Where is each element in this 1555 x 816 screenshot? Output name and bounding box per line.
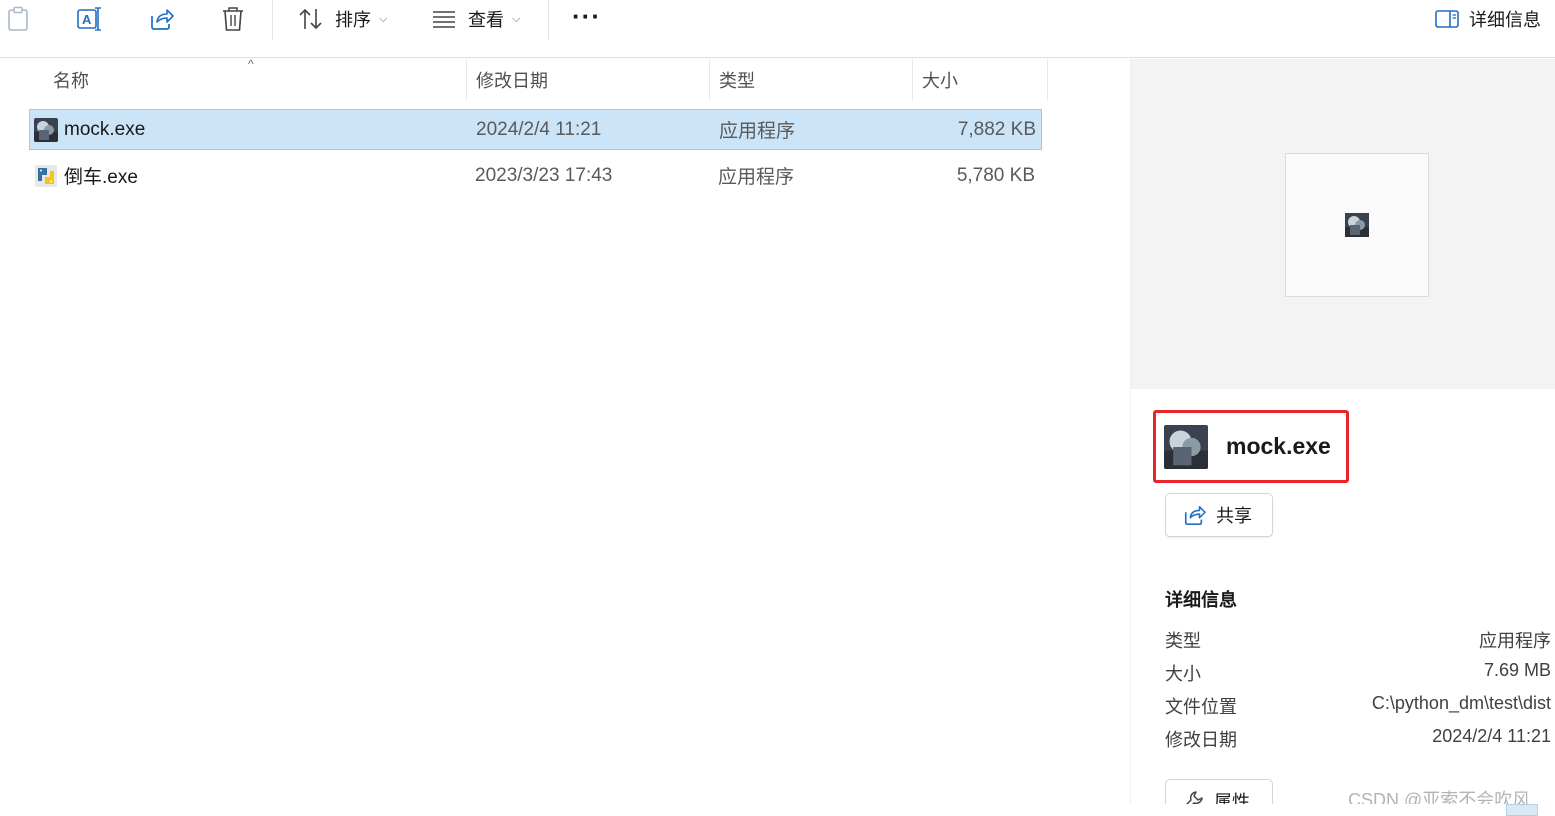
file-name-cell: mock.exe [34, 110, 145, 149]
detail-key: 类型 [1165, 631, 1201, 651]
trash-icon [219, 5, 247, 33]
detail-value: 7.69 MB [1483, 660, 1551, 680]
column-header-name[interactable]: 名称 [53, 59, 89, 101]
share-icon [147, 5, 175, 33]
sort-icon [297, 5, 325, 33]
detail-row-modified: 修改日期 2024/2/4 11:21 [1165, 726, 1551, 752]
file-name: 倒车.exe [64, 167, 138, 188]
detail-key: 大小 [1165, 664, 1201, 684]
details-label: 详细信息 [1469, 10, 1541, 30]
column-header-date[interactable]: 修改日期 [476, 59, 548, 101]
status-bar-edge [0, 804, 1555, 816]
file-date: 2023/3/23 17:43 [475, 164, 613, 186]
details-pane-icon [1433, 5, 1461, 33]
column-header-size[interactable]: 大小 [922, 59, 958, 101]
sort-button[interactable]: 排序 ⌵ [297, 0, 387, 38]
sort-label: 排序 [335, 10, 371, 30]
detail-value-location[interactable]: C:\python_dm\test\dist [1372, 693, 1551, 714]
sort-ascending-icon: ^ [248, 57, 254, 71]
file-row[interactable]: mock.exe 2024/2/4 11:21 应用程序 7,882 KB [29, 109, 1042, 150]
detail-row-location: 文件位置 C:\python_dm\test\dist [1165, 693, 1551, 719]
column-divider[interactable] [1047, 59, 1048, 101]
selected-file-header: mock.exe [1153, 410, 1349, 483]
selected-file-name: mock.exe [1226, 433, 1331, 459]
exe-thumbnail-icon [1164, 424, 1208, 469]
view-label: 查看 [468, 10, 504, 30]
delete-button[interactable] [219, 0, 247, 38]
rename-icon: A [75, 5, 103, 33]
exe-thumbnail-icon [34, 117, 58, 142]
toolbar-divider [272, 0, 273, 40]
file-list: ^ 名称 修改日期 类型 大小 mock.exe 2024/2/4 11:21 … [0, 57, 1128, 816]
rename-button[interactable]: A [75, 0, 103, 38]
details-section-title: 详细信息 [1165, 590, 1237, 610]
details-pane: mock.exe 共享 详细信息 类型 应用程序 大小 7.69 MB 文件位置… [1130, 59, 1555, 816]
file-date: 2024/2/4 11:21 [476, 118, 602, 140]
preview-thumbnail [1285, 153, 1429, 297]
share-button[interactable]: 共享 [1165, 493, 1273, 537]
column-divider[interactable] [466, 59, 467, 101]
file-type: 应用程序 [719, 121, 796, 142]
detail-row-type: 类型 应用程序 [1165, 627, 1551, 653]
share-icon [1182, 504, 1206, 526]
svg-text:A: A [82, 12, 92, 27]
view-toggle-button[interactable] [1506, 804, 1538, 816]
file-name-cell: 倒车.exe [34, 156, 138, 195]
more-options-icon[interactable]: ··· [572, 3, 601, 29]
list-view-icon [430, 5, 458, 33]
detail-key: 文件位置 [1165, 697, 1237, 717]
detail-value: 2024/2/4 11:21 [1432, 726, 1551, 746]
toolbar-divider [548, 0, 549, 40]
command-bar: A 排序 ⌵ 查看 ⌵ ··· 详细信息 [0, 0, 1555, 58]
chevron-down-icon: ⌵ [379, 12, 388, 25]
exe-thumbnail-icon [1345, 213, 1369, 237]
python-exe-icon [35, 164, 57, 187]
column-divider[interactable] [912, 59, 913, 101]
share-toolbar-button[interactable] [147, 0, 175, 38]
preview-area [1131, 59, 1555, 389]
file-name: mock.exe [64, 118, 146, 140]
file-size: 7,882 KB [957, 118, 1036, 140]
file-row[interactable]: 倒车.exe 2023/3/23 17:43 应用程序 5,780 KB [29, 156, 1042, 197]
file-type: 应用程序 [718, 167, 795, 188]
column-divider[interactable] [709, 59, 710, 101]
details-pane-toggle[interactable]: 详细信息 [1433, 0, 1541, 38]
share-label: 共享 [1216, 506, 1252, 526]
detail-value: 应用程序 [1479, 631, 1551, 651]
clipboard-icon [4, 5, 32, 33]
detail-key: 修改日期 [1165, 730, 1237, 750]
view-button[interactable]: 查看 ⌵ [430, 0, 520, 38]
column-header-type[interactable]: 类型 [719, 59, 755, 101]
detail-row-size: 大小 7.69 MB [1165, 660, 1551, 686]
file-size: 5,780 KB [956, 164, 1035, 186]
paste-button[interactable] [4, 0, 32, 38]
chevron-down-icon: ⌵ [512, 12, 521, 25]
